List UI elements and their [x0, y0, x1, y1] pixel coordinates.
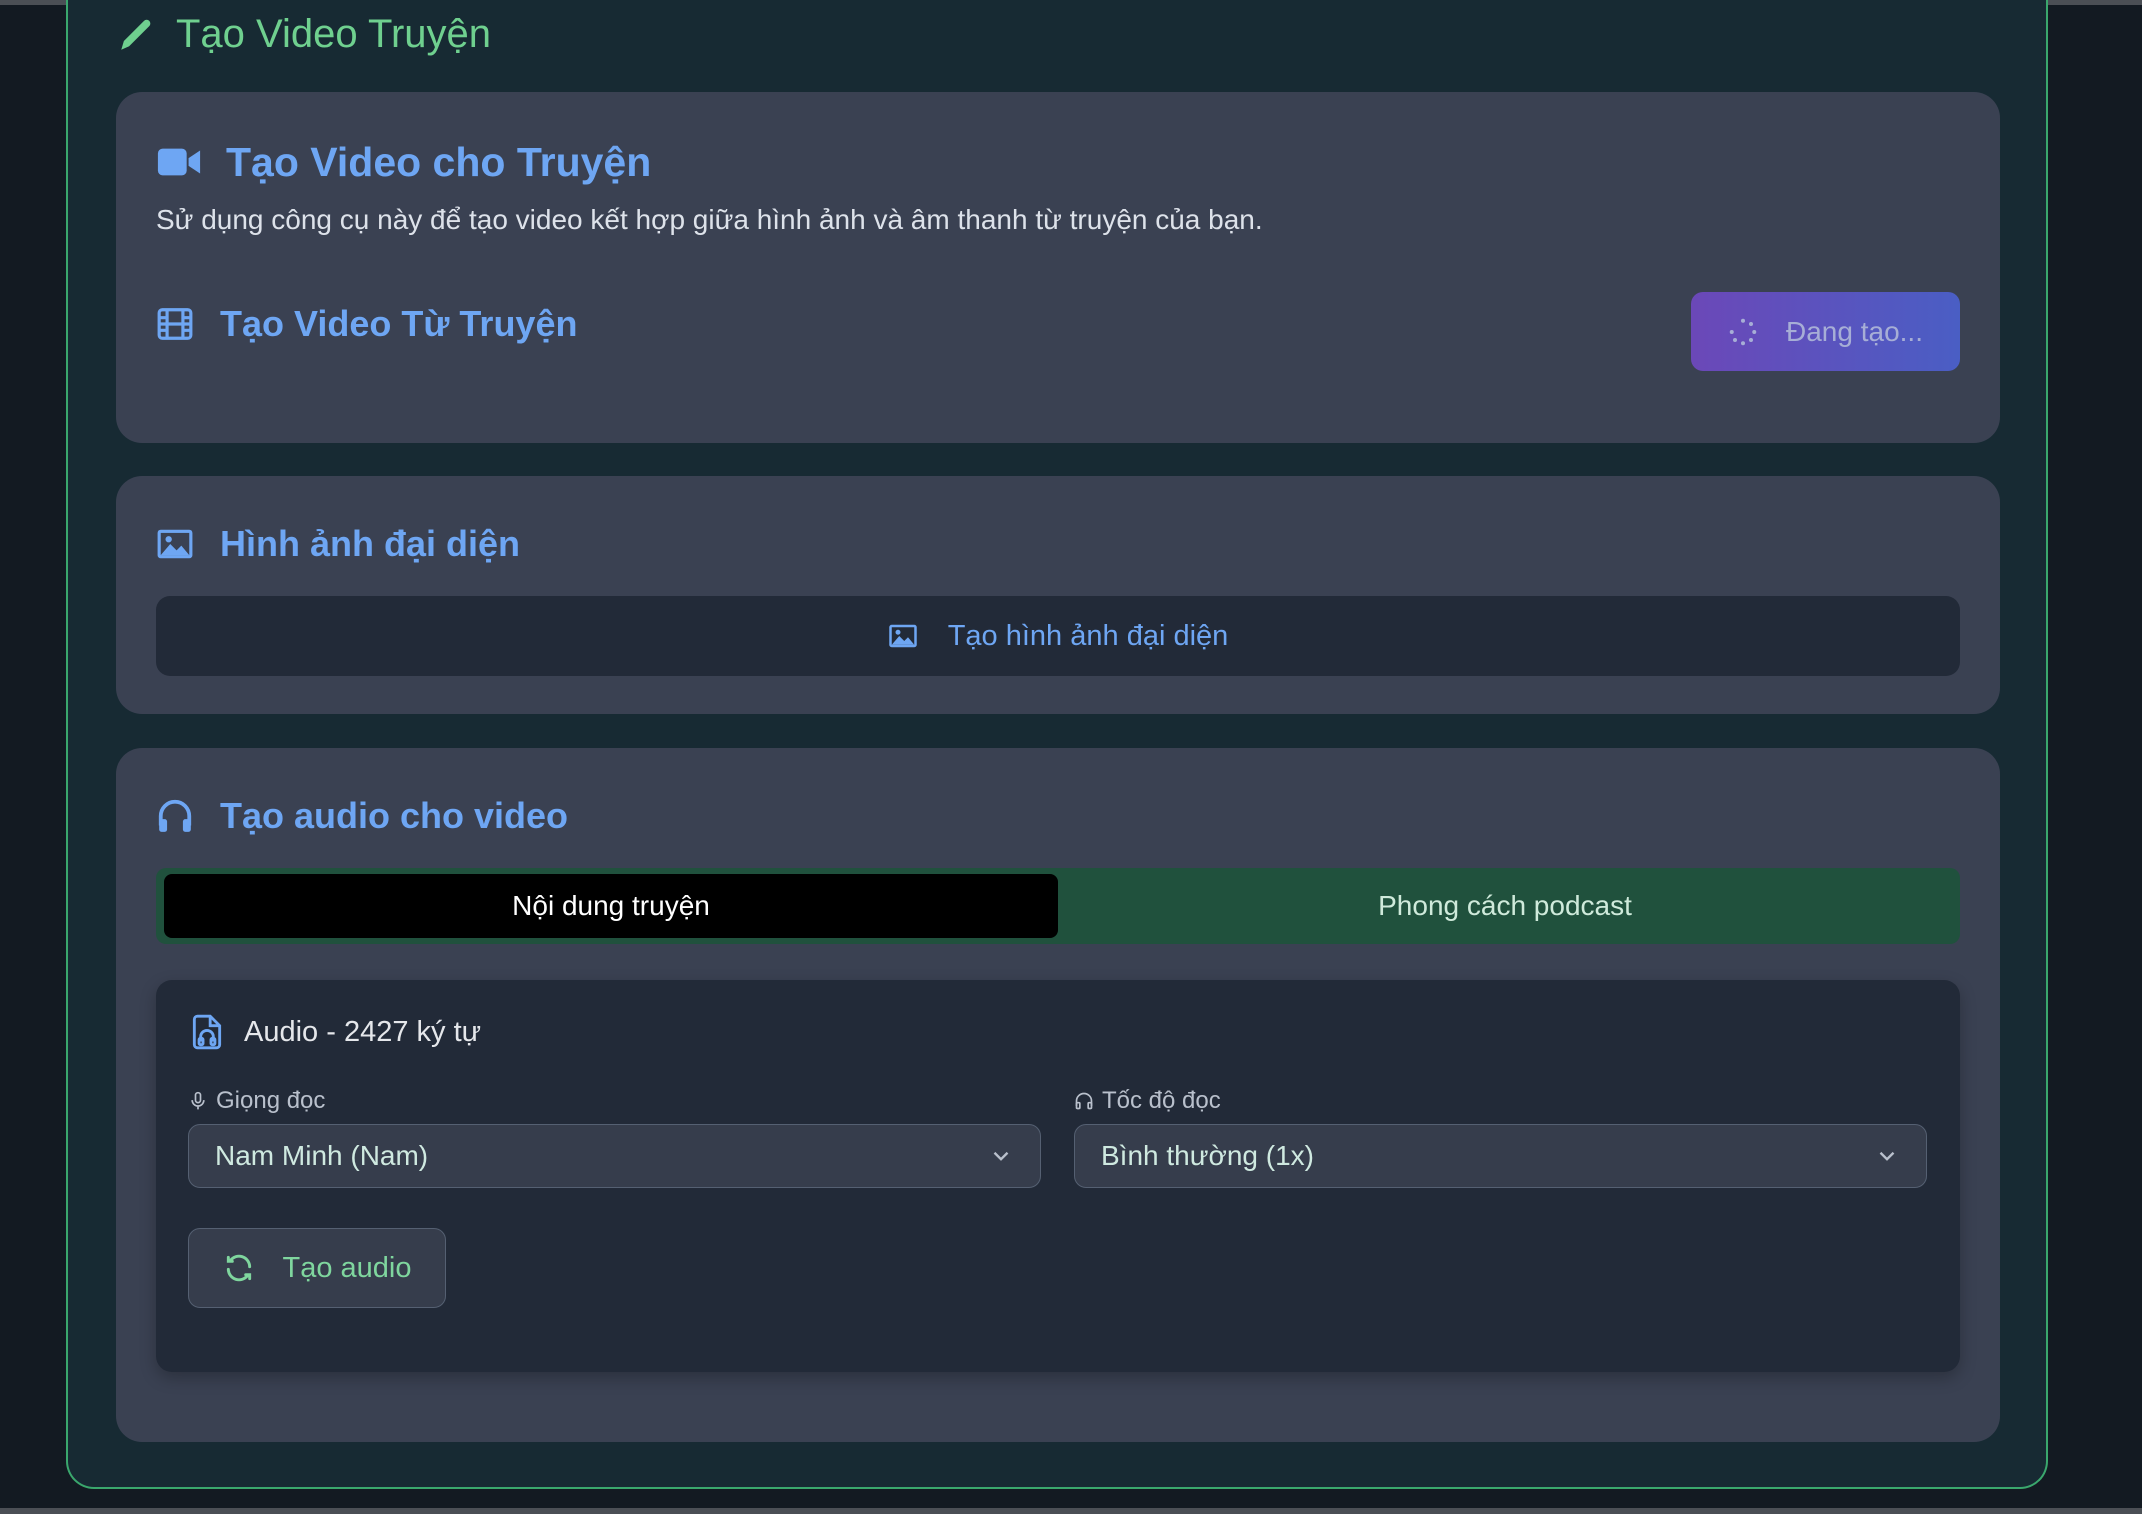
- video-section-card: Tạo Video cho Truyện Sử dụng công cụ này…: [116, 92, 2000, 443]
- video-camera-icon: [157, 148, 201, 176]
- thumbnail-section-title: Hình ảnh đại diện: [220, 523, 521, 564]
- create-thumbnail-button[interactable]: Tạo hình ảnh đại diện: [156, 596, 1960, 676]
- audio-settings-panel: Audio - 2427 ký tự Giọng đọc Nam Minh (N…: [156, 980, 1960, 1372]
- speed-select[interactable]: Bình thường (1x): [1074, 1124, 1927, 1188]
- chevron-down-icon: [1879, 1151, 1895, 1161]
- audio-section-header: Tạo audio cho video: [156, 788, 568, 844]
- video-subsection-header: Tạo Video Từ Truyện: [156, 296, 577, 352]
- audio-panel-title: Audio - 2427 ký tự: [244, 1015, 482, 1048]
- video-subsection-title: Tạo Video Từ Truyện: [220, 303, 578, 344]
- generating-video-button[interactable]: Đang tạo...: [1691, 292, 1960, 371]
- voice-label-text: Giọng đọc: [216, 1087, 326, 1114]
- headphones-icon: [158, 799, 192, 832]
- thumbnail-section-header: Hình ảnh đại diện: [156, 516, 520, 572]
- film-icon: [157, 308, 193, 340]
- pencil-icon: [121, 19, 151, 50]
- refresh-icon: [226, 1254, 251, 1282]
- video-section-header: Tạo Video cho Truyện: [156, 132, 651, 192]
- create-audio-button[interactable]: Tạo audio: [188, 1228, 446, 1308]
- video-section-title: Tạo Video cho Truyện: [226, 138, 652, 185]
- tab-story-content[interactable]: Nội dung truyện: [164, 874, 1058, 938]
- spinner-icon: [1729, 318, 1757, 345]
- page-title-text: Tạo Video Truyện: [176, 11, 492, 56]
- audio-section-card: Tạo audio cho video Nội dung truyện Phon…: [116, 748, 2000, 1442]
- create-audio-label: Tạo audio: [282, 1251, 412, 1284]
- generating-video-label: Đang tạo...: [1786, 315, 1923, 347]
- microphone-icon: [191, 1091, 205, 1110]
- page-title: Tạo Video Truyện: [116, 8, 491, 60]
- voice-label: Giọng đọc: [188, 1086, 325, 1116]
- window-bottom-border: [0, 1508, 2142, 1514]
- speed-select-value: Bình thường (1x): [1101, 1140, 1314, 1171]
- chevron-down-icon: [993, 1151, 1009, 1161]
- audio-panel-header: Audio - 2427 ký tự: [188, 1010, 481, 1054]
- voice-select-value: Nam Minh (Nam): [215, 1140, 429, 1171]
- create-thumbnail-label: Tạo hình ảnh đại diện: [947, 619, 1229, 652]
- audio-mode-tabs: Nội dung truyện Phong cách podcast: [156, 868, 1960, 944]
- speed-label-text: Tốc độ đọc: [1102, 1087, 1221, 1114]
- speed-label: Tốc độ đọc: [1074, 1086, 1221, 1116]
- tab-podcast-style[interactable]: Phong cách podcast: [1058, 874, 1952, 938]
- audio-section-title: Tạo audio cho video: [220, 795, 569, 836]
- thumbnail-section-card: Hình ảnh đại diện Tạo hình ảnh đại diện: [116, 476, 2000, 714]
- voice-select[interactable]: Nam Minh (Nam): [188, 1124, 1041, 1188]
- headphones-icon: [1075, 1092, 1093, 1110]
- image-icon: [888, 624, 917, 648]
- image-icon: [157, 529, 193, 559]
- video-section-description: Sử dụng công cụ này để tạo video kết hợp…: [156, 204, 1263, 235]
- audio-file-icon: [192, 1014, 222, 1050]
